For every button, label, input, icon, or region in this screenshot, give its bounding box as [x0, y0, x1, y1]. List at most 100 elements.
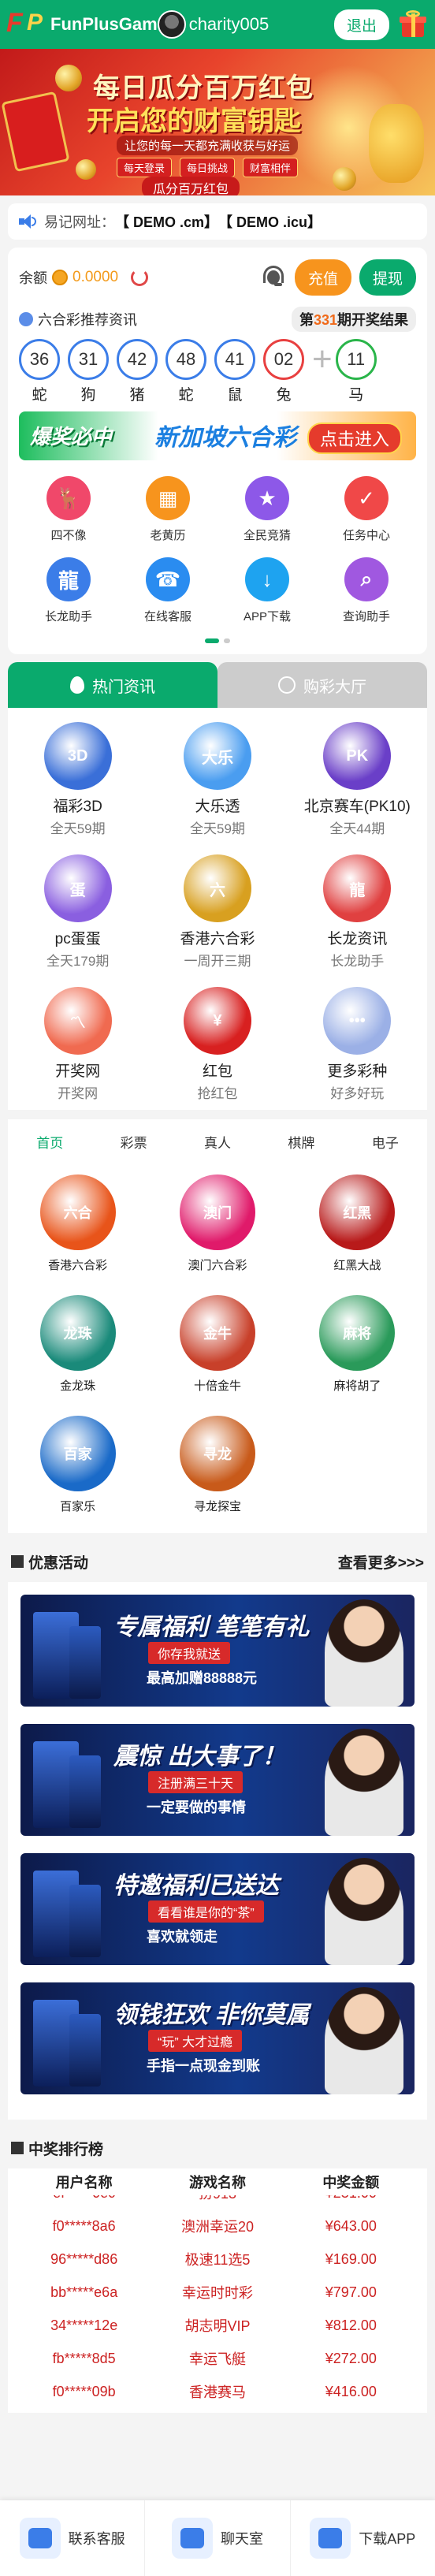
notice-url[interactable]: 【 DEMO .icu】: [218, 211, 322, 232]
promotion-card[interactable]: 特邀福利已送达 看看谁是你的“茶” 喜欢就领走: [20, 1853, 415, 1965]
category-tab[interactable]: 棋牌: [259, 1132, 343, 1152]
top-header: F P FunPlusGam charity005 退出: [0, 0, 435, 49]
special-ball: 11: [335, 339, 377, 380]
logout-button[interactable]: 退出: [333, 9, 389, 40]
category-item[interactable]: 百家 百家乐: [8, 1416, 147, 1514]
quick-link-8[interactable]: ⌕ 查询助手: [317, 557, 416, 624]
category-item[interactable]: 澳门 澳门六合彩: [147, 1174, 287, 1273]
model-image: [325, 1987, 403, 2094]
longdragon-icon: 龍: [323, 854, 392, 922]
promo-banner[interactable]: 每日瓜分百万红包 开启您的财富钥匙 让您的每一天都充满收获与好运 每天登录 每日…: [0, 49, 435, 195]
winner-amount: ¥272.00: [325, 2350, 377, 2366]
category-item[interactable]: 金牛 十倍金牛: [147, 1295, 287, 1394]
quick-link-5[interactable]: 龍长龙助手: [19, 557, 118, 624]
coin-icon: [333, 167, 356, 191]
game-item[interactable]: 六香港六合彩 一周开三期: [147, 854, 287, 970]
chart-icon: 〽: [43, 987, 112, 1055]
promotion-card[interactable]: 领钱狂欢 非你莫属 “玩” 大才过瘾 手指一点现金到账: [20, 1982, 415, 2094]
table-row: bb*****e6a 幸运时时彩 ¥797.00: [17, 2276, 418, 2309]
category-tabs: 首页 彩票 真人 棋牌 电子: [8, 1119, 427, 1163]
model-image: [325, 1729, 403, 1836]
promotion-card[interactable]: 专属福利 笔笔有礼 你存我就送 最高加赠88888元: [20, 1595, 415, 1707]
refresh-icon[interactable]: [131, 269, 149, 286]
notice-url[interactable]: 【 DEMO .cm】: [115, 211, 218, 232]
category-tab[interactable]: 电子: [344, 1132, 427, 1152]
category-tab[interactable]: 彩票: [91, 1132, 175, 1152]
deer-icon: 🦌: [46, 476, 91, 520]
view-more-link[interactable]: 查看更多>>>: [338, 1551, 424, 1573]
winner-amount: ¥169.00: [325, 2250, 377, 2267]
footer-button[interactable]: 聊天室: [145, 2500, 291, 2576]
banner-tag: 财富相伴: [243, 158, 299, 177]
avatar[interactable]: [157, 10, 186, 39]
singapore-lottery-banner[interactable]: 爆奖必中 新加坡六合彩 点击进入: [19, 411, 416, 460]
quick-link-1[interactable]: 🦌 四不像: [19, 476, 118, 543]
quick-link-3[interactable]: ★ 全民竞猜: [217, 476, 317, 543]
quick-link-2[interactable]: ▦ 老黄历: [118, 476, 217, 543]
game-schedule: 全天44期: [329, 821, 385, 836]
promotion-detail: 喜欢就领走: [147, 1929, 217, 1945]
lottery-name[interactable]: 六合彩推荐资讯: [38, 309, 137, 329]
ball-item: 36 蛇: [19, 339, 60, 404]
coin-icon: [55, 65, 82, 91]
golden-dragon-icon: 龙珠: [39, 1295, 116, 1371]
game-item[interactable]: ••• 更多彩种 好多好玩: [288, 987, 427, 1102]
ball-item: 42 猪: [117, 339, 158, 404]
winner-game: 扮913: [151, 2195, 284, 2203]
quick-link-label: 在线客服: [143, 610, 191, 624]
plus-sign: +: [312, 340, 333, 378]
games-panel: 3D 福彩3D 全天59期 大乐 大乐透 全天59期 PK 北京赛车(PK10) 全天44期蛋 p…: [8, 708, 427, 1110]
category-item[interactable]: 寻龙 寻龙探宝: [147, 1416, 287, 1514]
category-item[interactable]: 龙珠 金龙珠: [8, 1295, 147, 1394]
game-item[interactable]: 3D 福彩3D 全天59期: [8, 722, 147, 837]
game-item[interactable]: ¥ 红包 抢红包: [147, 987, 287, 1102]
game-item[interactable]: 龍长龙资讯 长龙助手: [288, 854, 427, 970]
treasure-icon: 寻龙: [179, 1416, 255, 1491]
carousel-dot[interactable]: [224, 638, 230, 643]
deposit-button[interactable]: 充值: [295, 259, 351, 296]
period-prefix: 第: [299, 312, 314, 328]
brand-logo[interactable]: F P FunPlusGam: [6, 8, 158, 38]
game-item[interactable]: 蛋 pc蛋蛋 全天179期: [8, 854, 147, 970]
tab-hot-news[interactable]: 热门资讯: [8, 662, 217, 708]
promotion-tag: 你存我就送: [148, 1642, 231, 1664]
headset-icon[interactable]: [260, 264, 287, 291]
tab-buy-hall[interactable]: 购彩大厅: [217, 662, 427, 708]
banner-tagline: 让您的每一天都充满收获与好运: [117, 136, 299, 155]
winner-username: ef*****0ec: [17, 2195, 151, 2202]
winner-amount: ¥416.00: [325, 2383, 377, 2399]
column-header: 游戏名称: [188, 2175, 246, 2191]
category-item[interactable]: 六合 香港六合彩: [8, 1174, 147, 1273]
main-card: 余额 0.0000 充值 提现 六合彩推荐资讯 第331期开奖结果 36 蛇 3…: [8, 248, 427, 654]
withdraw-button[interactable]: 提现: [359, 259, 416, 296]
category-label: 香港六合彩: [48, 1259, 108, 1272]
logo-letter-p: P: [27, 9, 43, 35]
username: charity005: [188, 14, 270, 34]
building-image: [69, 1885, 101, 1957]
footer-button[interactable]: 联系客服: [0, 2500, 146, 2576]
footer-button[interactable]: 下载APP: [291, 2500, 435, 2576]
winner-username: bb*****e6a: [50, 2284, 118, 2300]
chatroom-icon: [171, 2518, 213, 2559]
quick-link-7[interactable]: ↓ APP下载: [217, 557, 317, 624]
category-tab[interactable]: 首页: [8, 1132, 91, 1152]
category-item[interactable]: 麻将 麻将胡了: [288, 1295, 427, 1394]
game-item[interactable]: PK 北京赛车(PK10) 全天44期: [288, 722, 427, 837]
game-item[interactable]: 大乐 大乐透 全天59期: [147, 722, 287, 837]
carousel-dot[interactable]: [205, 638, 219, 643]
quick-link-6[interactable]: ☎ 在线客服: [118, 557, 217, 624]
category-tab[interactable]: 真人: [176, 1132, 259, 1152]
quick-links: 🦌 四不像 ▦ 老黄历 ★ 全民竞猜 ✓ 任务中心龍长龙助手 ☎ 在线客服 ↓ APP下载 ⌕ 查询助手: [19, 476, 416, 624]
search-icon: ⌕: [344, 557, 389, 601]
promotion-card[interactable]: 震惊 出大事了！ 注册满三十天 一定要做的事情: [20, 1724, 415, 1836]
category-item[interactable]: 红黑 红黑大战: [288, 1174, 427, 1273]
gift-icon[interactable]: [397, 9, 429, 40]
quick-link-4[interactable]: ✓ 任务中心: [317, 476, 416, 543]
period-badge[interactable]: 第331期开奖结果: [291, 307, 416, 332]
winner-game: 澳洲幸运20: [180, 2219, 254, 2235]
enter-button[interactable]: 点击进入: [307, 423, 402, 454]
game-schedule: 全天179期: [46, 954, 110, 969]
tab-label: 热门资讯: [92, 678, 155, 696]
winner-game: 幸运时时彩: [181, 2285, 253, 2301]
game-item[interactable]: 〽开奖网 开奖网: [8, 987, 147, 1102]
